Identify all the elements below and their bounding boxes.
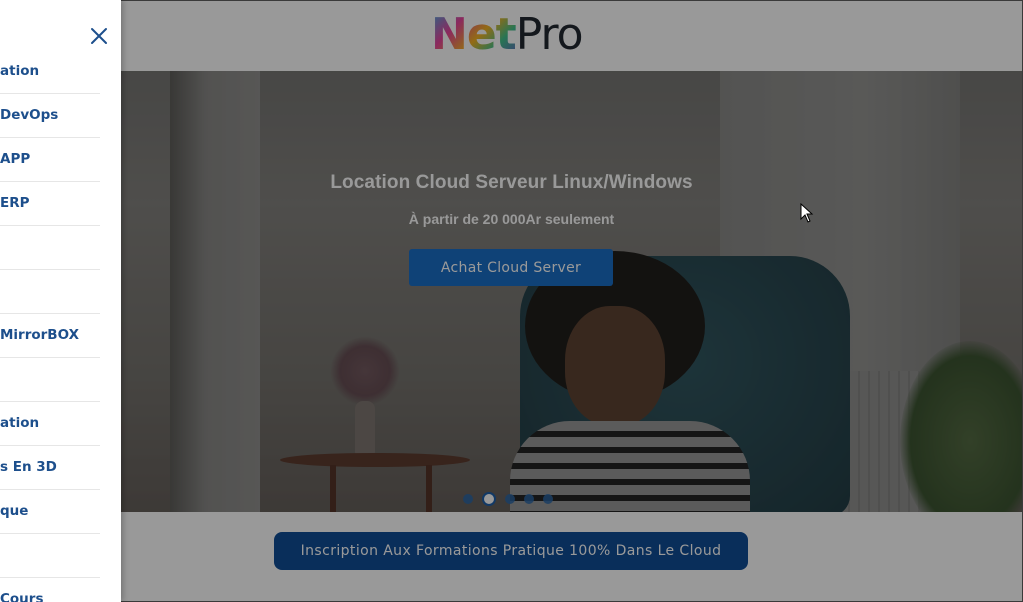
sidebar-item[interactable]: MirrorBOX bbox=[0, 314, 100, 358]
sidebar-item[interactable]: s En 3D bbox=[0, 446, 100, 490]
sidebar-item-label: s En 3D bbox=[0, 459, 57, 475]
sidebar-drawer: ation DevOps APP ERP MirrorBOX ation s E… bbox=[0, 0, 121, 602]
sidebar-item-label: ERP bbox=[0, 195, 30, 211]
sidebar-item-label: Cours bbox=[0, 591, 44, 602]
close-button[interactable] bbox=[88, 25, 110, 47]
sidebar-item-label: ation bbox=[0, 415, 40, 431]
mouse-cursor-icon bbox=[800, 203, 814, 223]
sidebar-item[interactable]: DevOps bbox=[0, 94, 100, 138]
sidebar-item-label: MirrorBOX bbox=[0, 327, 80, 343]
sidebar-item[interactable]: ERP bbox=[0, 182, 100, 226]
modal-backdrop[interactable] bbox=[0, 0, 1023, 602]
sidebar-item[interactable]: APP bbox=[0, 138, 100, 182]
sidebar-item[interactable] bbox=[0, 226, 100, 270]
sidebar-item-label: DevOps bbox=[0, 107, 59, 123]
sidebar-item[interactable]: ation bbox=[0, 402, 100, 446]
sidebar-item[interactable]: ation bbox=[0, 50, 100, 94]
sidebar-item-label: ation bbox=[0, 63, 40, 79]
close-icon bbox=[91, 28, 107, 44]
sidebar-item[interactable] bbox=[0, 270, 100, 314]
sidebar-item[interactable] bbox=[0, 358, 100, 402]
sidebar-item[interactable] bbox=[0, 534, 100, 578]
sidebar-item-label: que bbox=[0, 503, 29, 519]
sidebar-item-label: APP bbox=[0, 151, 31, 167]
sidebar-menu: ation DevOps APP ERP MirrorBOX ation s E… bbox=[0, 50, 121, 602]
sidebar-item[interactable]: Cours bbox=[0, 578, 100, 602]
sidebar-item[interactable]: que bbox=[0, 490, 100, 534]
